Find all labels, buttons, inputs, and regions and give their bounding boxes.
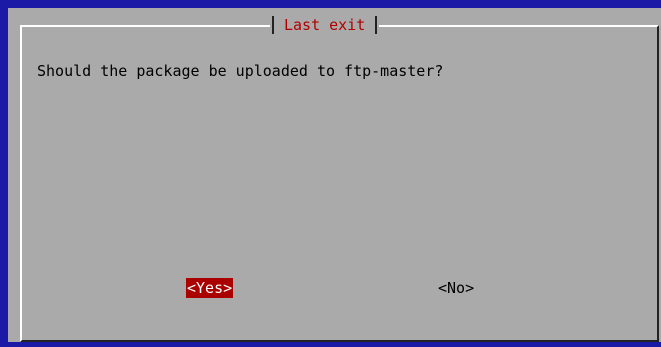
- terminal-screen: Last exit Should the package be uploaded…: [0, 0, 661, 347]
- dialog-box: Last exit Should the package be uploaded…: [8, 8, 661, 342]
- no-button[interactable]: <No>: [437, 278, 475, 298]
- dialog-title-bar: Last exit: [270, 16, 380, 34]
- dialog-question: Should the package be uploaded to ftp-ma…: [37, 62, 444, 80]
- dialog-title: Last exit: [284, 16, 366, 34]
- title-right-bracket: [375, 16, 378, 34]
- yes-button[interactable]: <Yes>: [186, 278, 234, 298]
